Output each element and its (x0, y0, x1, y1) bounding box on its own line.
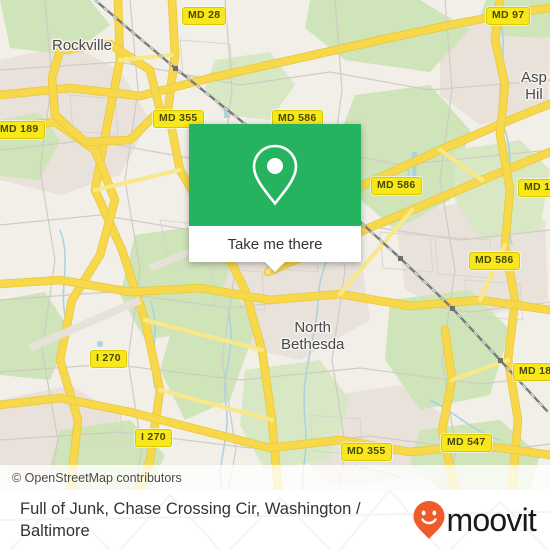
road-shield-md-547: MD 547 (441, 434, 492, 452)
road-shield-md-586-mid: MD 586 (371, 177, 422, 195)
road-shield-md-189: MD 189 (0, 121, 45, 139)
moovit-logo[interactable]: moovit (412, 500, 537, 540)
place-label-line: Bethesda (281, 336, 345, 353)
bottom-banner: Full of Junk, Chase Crossing Cir, Washin… (0, 490, 550, 550)
place-label-line: Asp (521, 69, 547, 86)
location-title: Full of Junk, Chase Crossing Cir, Washin… (20, 500, 361, 540)
place-label-line: Rockville (52, 37, 113, 54)
road-shield-i-270-north: I 270 (90, 350, 127, 368)
popup-image-placeholder (189, 124, 361, 226)
moovit-wordmark: moovit (446, 502, 537, 538)
place-label-rockville: Rockville (52, 37, 112, 54)
take-me-there-label: Take me there (227, 235, 323, 253)
road-shield-md-586-east: MD 586 (469, 252, 520, 270)
road-shield-md-97: MD 97 (486, 7, 531, 25)
map-canvas[interactable]: .grn { fill:#cfe4b8; } .grn2 { fill:#d9e… (0, 0, 550, 490)
road-shield-i-270-south: I 270 (135, 429, 172, 447)
road-shield-md-1: MD 1 (518, 179, 550, 197)
popup-pointer-tail (264, 261, 286, 272)
place-label-aspen-hill: Asp Hil (521, 69, 547, 103)
road-shield-md-185: MD 185 (513, 363, 550, 381)
osm-attribution-text[interactable]: © OpenStreetMap contributors (0, 471, 182, 485)
place-label-line: Hil (525, 86, 543, 103)
map-pin-icon (252, 144, 298, 206)
moovit-pin-smiley-icon (413, 501, 445, 539)
place-label-line: North (294, 319, 332, 336)
place-label-north-bethesda: North Bethesda (281, 319, 344, 353)
map-attribution-bar: © OpenStreetMap contributors (0, 465, 550, 490)
map-share-card: .grn { fill:#cfe4b8; } .grn2 { fill:#d9e… (0, 0, 550, 550)
location-popup-card[interactable]: Take me there (189, 124, 361, 272)
road-shield-md-355-south: MD 355 (341, 443, 392, 461)
popup-action-bar[interactable]: Take me there (189, 226, 361, 272)
road-shield-md-28: MD 28 (182, 7, 227, 25)
